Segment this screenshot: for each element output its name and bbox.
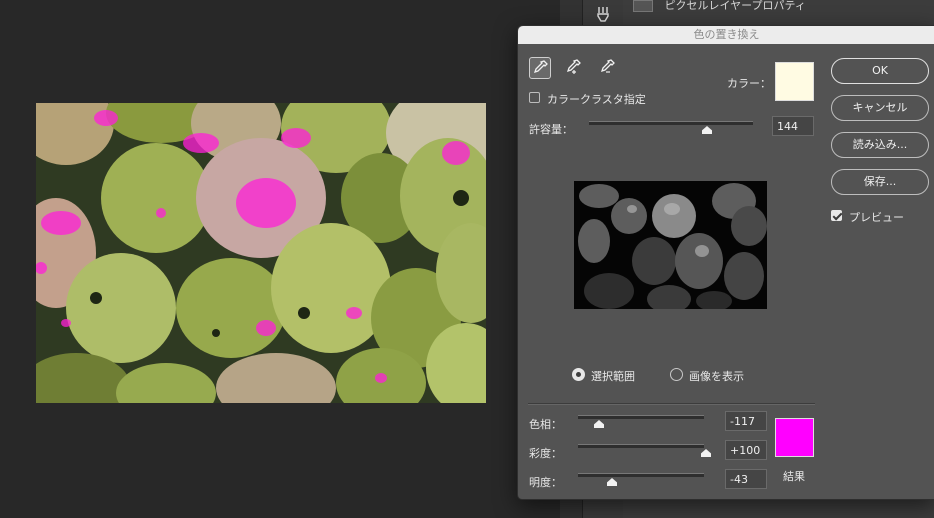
saturation-slider-track[interactable]	[578, 444, 704, 448]
eyedropper-tool-button[interactable]	[529, 57, 551, 79]
result-swatch[interactable]	[775, 418, 814, 457]
lightness-label: 明度：	[529, 476, 562, 489]
saturation-label: 彩度：	[529, 447, 562, 460]
localized-color-clusters-label: カラークラスタ指定	[547, 93, 646, 106]
hue-slider-track[interactable]	[578, 415, 704, 419]
fuzziness-slider-track[interactable]	[589, 121, 753, 125]
cancel-button[interactable]: キャンセル	[831, 95, 929, 121]
lightness-slider-track[interactable]	[578, 473, 704, 477]
selection-preview-image	[574, 181, 767, 309]
layer-thumbnail	[633, 0, 653, 12]
selection-preview	[574, 181, 767, 309]
ok-button[interactable]: OK	[831, 58, 929, 84]
color-swatch[interactable]	[775, 62, 814, 101]
view-selection-radio[interactable]	[572, 368, 585, 381]
color-label: カラー：	[727, 77, 771, 90]
replacement-divider	[528, 403, 815, 405]
eyedropper-plus-icon	[566, 59, 581, 74]
saturation-input[interactable]: +100	[725, 440, 767, 460]
lightness-input[interactable]: -43	[725, 469, 767, 489]
preview-label: プレビュー	[849, 211, 904, 224]
eyedropper-subtract-button[interactable]	[597, 57, 619, 79]
view-image-radio[interactable]	[670, 368, 683, 381]
apple-photo-canvas[interactable]	[36, 103, 486, 403]
load-button[interactable]: 読み込み...	[831, 132, 929, 158]
view-image-label: 画像を表示	[689, 370, 744, 383]
eyedropper-minus-icon	[600, 59, 615, 73]
fuzziness-label: 許容量：	[529, 123, 573, 136]
brush-settings-icon[interactable]	[595, 6, 611, 22]
panel-top-label: ピクセルレイヤープロパティ	[664, 0, 806, 12]
view-selection-label: 選択範囲	[591, 370, 635, 383]
eyedropper-icon	[533, 60, 548, 74]
apple-photo-image	[36, 103, 486, 403]
eyedropper-add-button[interactable]	[563, 57, 585, 79]
replace-color-dialog: 色の置き換え カラー： カラークラスタ指定 許容量： 144 選択範囲 画像を表…	[517, 25, 934, 500]
localized-color-clusters-checkbox[interactable]	[529, 92, 540, 103]
save-button[interactable]: 保存...	[831, 169, 929, 195]
preview-checkbox[interactable]	[831, 210, 842, 221]
panel-header-row: ピクセルレイヤープロパティ	[633, 0, 934, 12]
fuzziness-input[interactable]: 144	[772, 116, 814, 136]
hue-label: 色相：	[529, 418, 562, 431]
dialog-title: 色の置き換え	[518, 26, 934, 44]
result-label: 結果	[783, 470, 805, 483]
hue-input[interactable]: -117	[725, 411, 767, 431]
document-canvas-area	[0, 0, 560, 518]
